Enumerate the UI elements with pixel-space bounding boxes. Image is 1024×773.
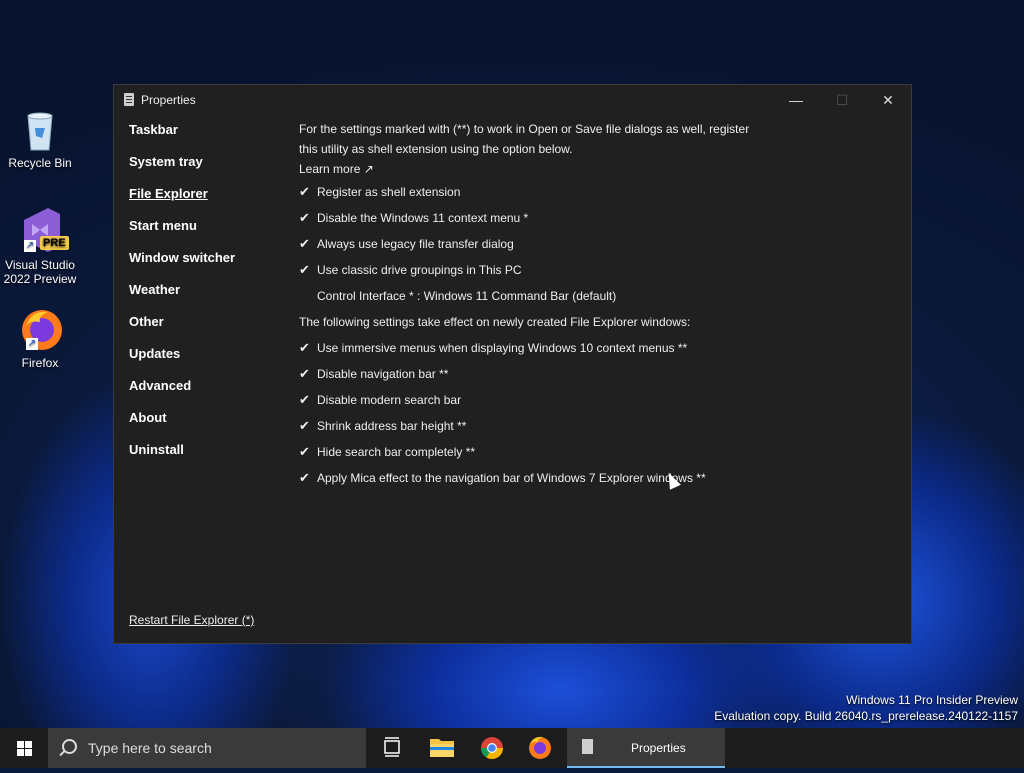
desktop-icon-label: Recycle Bin — [8, 156, 72, 170]
check-icon: ✔ — [299, 392, 310, 407]
nav-item-file-explorer[interactable]: File Explorer — [129, 185, 235, 217]
settings-content: For the settings marked with (**) to wor… — [299, 119, 769, 491]
properties-window: Properties — ☐ ✕ Taskbar System tray Fil… — [113, 84, 912, 644]
intro-text-line2: this utility as shell extension using th… — [299, 142, 573, 156]
recycle-bin-icon — [18, 108, 62, 152]
intro-text-line1: For the settings marked with (**) to wor… — [299, 122, 750, 136]
nav-item-other[interactable]: Other — [129, 313, 235, 345]
option-classic-drive-groupings[interactable]: ✔ Use classic drive groupings in This PC — [299, 257, 769, 283]
nav-item-updates[interactable]: Updates — [129, 345, 235, 377]
check-icon: ✔ — [299, 366, 310, 381]
option-label: Hide search bar completely ** — [317, 445, 476, 459]
check-icon: ✔ — [299, 184, 310, 199]
option-register-shell-extension[interactable]: ✔ Register as shell extension — [299, 179, 769, 205]
option-label: Disable the Windows 11 context menu * — [317, 211, 529, 225]
maximize-button[interactable]: ☐ — [819, 85, 865, 115]
search-icon — [62, 739, 77, 754]
desktop-icon-recycle-bin[interactable]: Recycle Bin — [0, 108, 80, 170]
option-label: Apply Mica effect to the navigation bar … — [317, 471, 706, 485]
firefox-taskbar-button[interactable] — [516, 728, 564, 768]
desktop-icon-label: Firefox — [21, 356, 59, 370]
nav-item-system-tray[interactable]: System tray — [129, 153, 235, 185]
firefox-icon — [529, 736, 551, 759]
check-icon: ✔ — [299, 470, 310, 485]
visual-studio-icon: PRE ↗ — [18, 206, 69, 254]
search-placeholder: Type here to search — [88, 740, 212, 756]
nav-item-advanced[interactable]: Advanced — [129, 377, 235, 409]
option-label: Control Interface * : Windows 11 Command… — [317, 289, 617, 303]
title-bar[interactable]: Properties — ☐ ✕ — [114, 85, 911, 115]
taskbar: Type here to search Properties — [0, 728, 1024, 768]
option-label: Always use legacy file transfer dialog — [317, 237, 514, 251]
desktop-icon-visual-studio[interactable]: PRE ↗ Visual Studio 2022 Preview — [0, 206, 80, 286]
task-view-button[interactable] — [368, 728, 416, 768]
firefox-icon: ↗ — [18, 306, 62, 352]
option-control-interface[interactable]: Control Interface * : Windows 11 Command… — [299, 283, 769, 309]
minimize-button[interactable]: — — [773, 85, 819, 115]
option-disable-win11-context-menu[interactable]: ✔ Disable the Windows 11 context menu * — [299, 205, 769, 231]
option-label: Disable modern search bar — [317, 393, 462, 407]
option-immersive-menus[interactable]: ✔ Use immersive menus when displaying Wi… — [299, 335, 769, 361]
option-label: Disable navigation bar ** — [317, 367, 449, 381]
folder-icon — [430, 739, 454, 757]
option-hide-search-bar[interactable]: ✔ Hide search bar completely ** — [299, 439, 769, 465]
learn-more-link[interactable]: Learn more ↗ — [299, 159, 769, 179]
nav-item-start-menu[interactable]: Start menu — [129, 217, 235, 249]
option-disable-modern-search-bar[interactable]: ✔ Disable modern search bar — [299, 387, 769, 413]
option-label: Shrink address bar height ** — [317, 419, 467, 433]
option-label: Register as shell extension — [317, 185, 461, 199]
task-view-icon — [384, 737, 400, 757]
preview-badge: PRE — [40, 236, 69, 250]
nav-item-weather[interactable]: Weather — [129, 281, 235, 313]
close-button[interactable]: ✕ — [865, 85, 911, 115]
nav-item-about[interactable]: About — [129, 409, 235, 441]
check-icon: ✔ — [299, 418, 310, 433]
properties-taskbar-button[interactable]: Properties — [567, 728, 725, 768]
chrome-icon — [481, 737, 503, 759]
option-mica-effect[interactable]: ✔ Apply Mica effect to the navigation ba… — [299, 465, 769, 491]
option-legacy-file-transfer-dialog[interactable]: ✔ Always use legacy file transfer dialog — [299, 231, 769, 257]
nav-item-uninstall[interactable]: Uninstall — [129, 441, 235, 473]
app-icon — [582, 739, 593, 754]
check-icon: ✔ — [299, 444, 310, 459]
restart-file-explorer-link[interactable]: Restart File Explorer (*) — [129, 613, 254, 627]
option-label: Use immersive menus when displaying Wind… — [317, 341, 688, 355]
file-explorer-taskbar-button[interactable] — [418, 728, 466, 768]
option-label: Use classic drive groupings in This PC — [317, 263, 522, 277]
taskbar-search-box[interactable]: Type here to search — [48, 728, 366, 768]
check-icon: ✔ — [299, 210, 310, 225]
shortcut-arrow-icon: ↗ — [24, 240, 36, 252]
watermark-line1: Windows 11 Pro Insider Preview — [846, 693, 1018, 707]
check-icon: ✔ — [299, 340, 310, 355]
desktop-icon-label-line2: 2022 Preview — [3, 272, 77, 286]
nav-item-taskbar[interactable]: Taskbar — [129, 121, 235, 153]
start-button[interactable] — [0, 728, 48, 768]
watermark-line2: Evaluation copy. Build 26040.rs_prerelea… — [714, 709, 1018, 723]
taskbar-app-label: Properties — [631, 741, 686, 755]
chrome-taskbar-button[interactable] — [468, 728, 516, 768]
check-icon: ✔ — [299, 236, 310, 251]
nav-item-window-switcher[interactable]: Window switcher — [129, 249, 235, 281]
sidebar-nav: Taskbar System tray File Explorer Start … — [129, 121, 235, 473]
app-icon — [124, 93, 134, 106]
desktop-icon-label-line1: Visual Studio — [5, 258, 75, 272]
desktop-icon-firefox[interactable]: ↗ Firefox — [0, 306, 80, 370]
option-shrink-address-bar[interactable]: ✔ Shrink address bar height ** — [299, 413, 769, 439]
window-title: Properties — [141, 93, 196, 107]
check-icon: ✔ — [299, 262, 310, 277]
shortcut-arrow-icon: ↗ — [26, 338, 38, 350]
section-heading: The following settings take effect on ne… — [299, 315, 691, 329]
option-disable-navigation-bar[interactable]: ✔ Disable navigation bar ** — [299, 361, 769, 387]
